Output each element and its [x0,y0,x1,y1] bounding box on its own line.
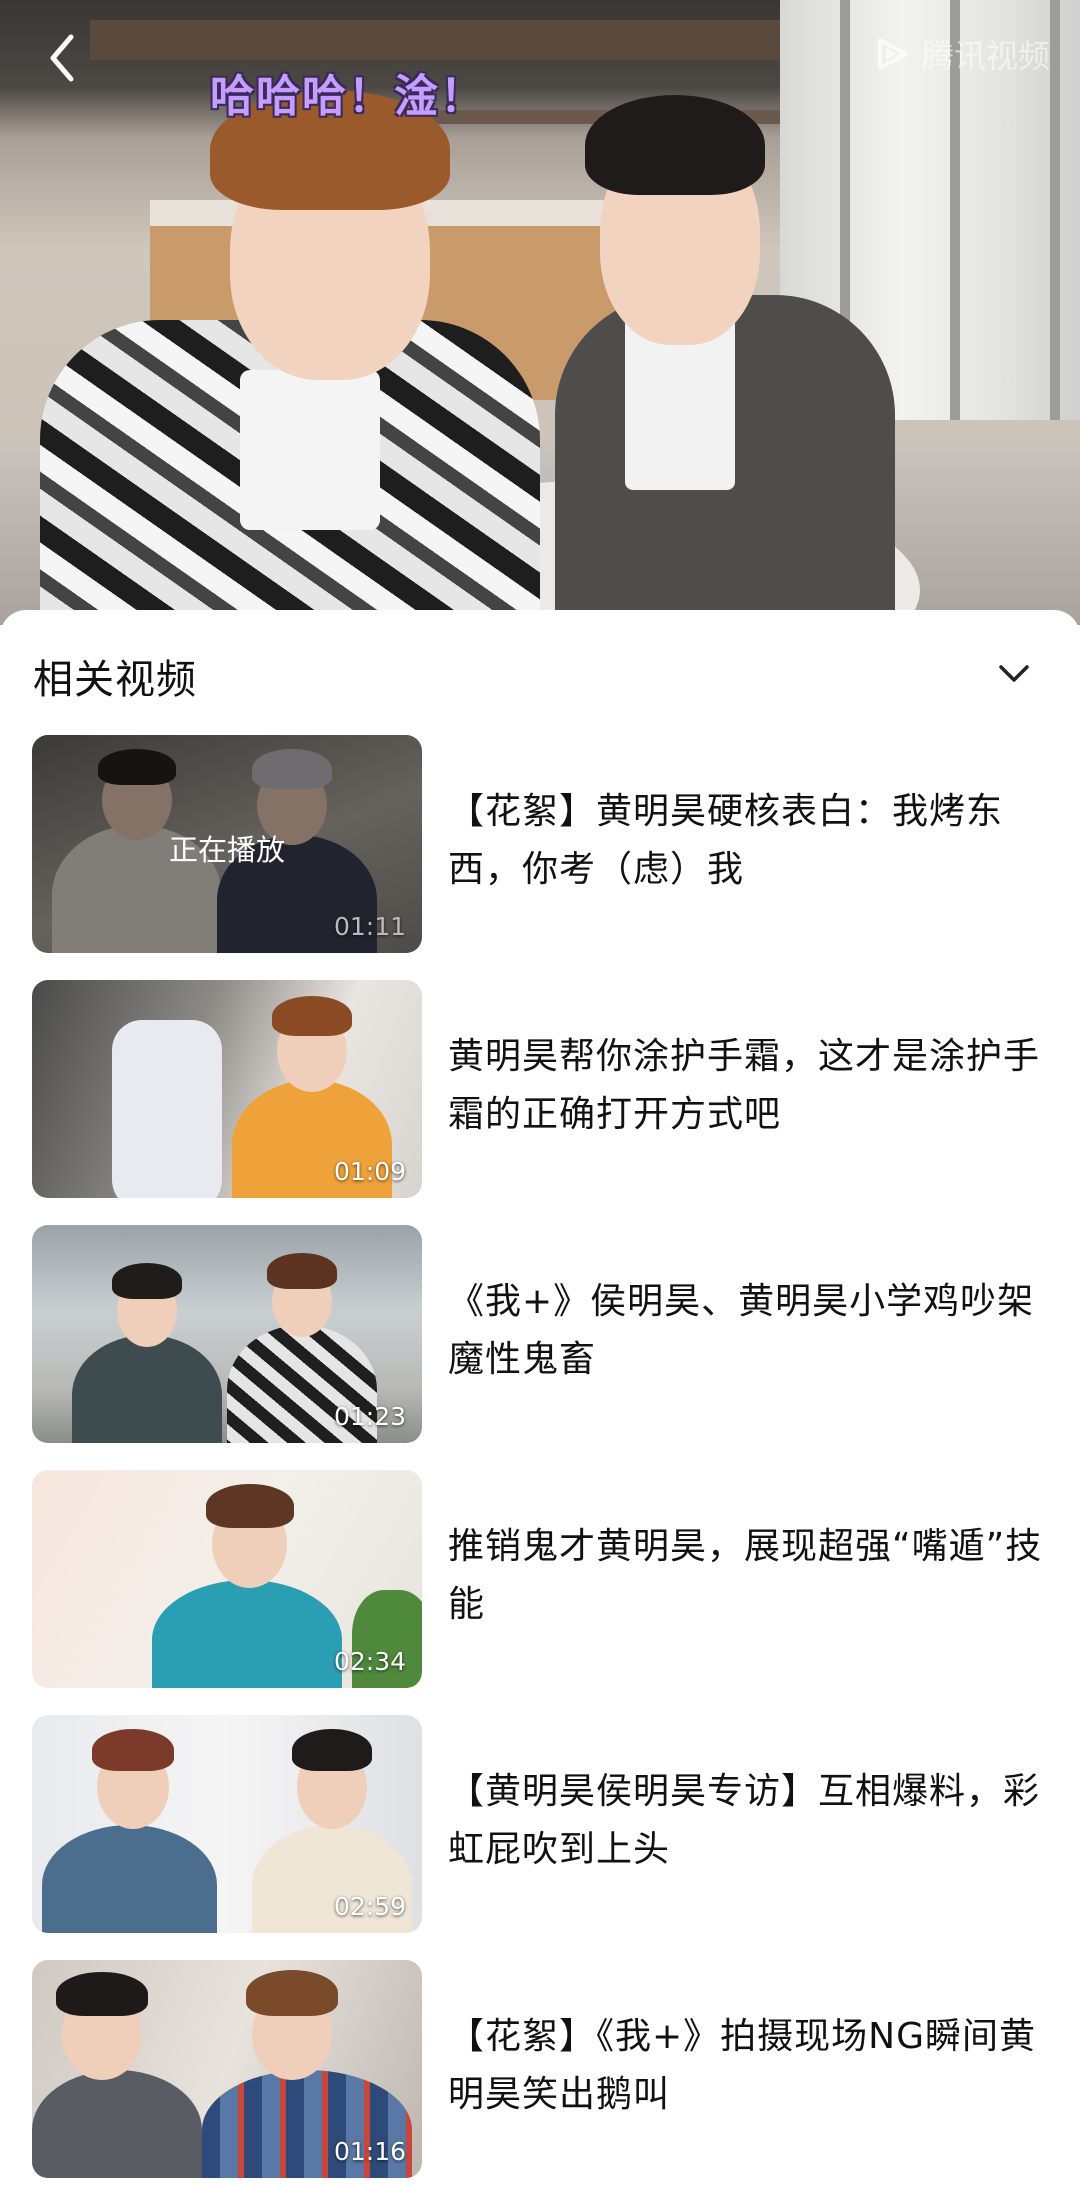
watermark-text: 腾讯视频 [922,37,1051,75]
thumbnail-hair [56,1972,148,2016]
video-duration: 01:11 [333,912,406,941]
chevron-left-icon [50,34,74,82]
video-title[interactable]: 《我+》侯明昊、黄明昊小学鸡吵架魔性鬼畜 [448,1273,1048,1389]
video-thumbnail[interactable]: 02:34 [32,1470,422,1688]
video-person-left [40,90,560,625]
window-frame [1050,0,1060,420]
video-thumbnail[interactable]: 01:23 [32,1225,422,1443]
video-person-right [545,95,905,625]
video-frame-shelf [90,20,800,60]
video-list-item[interactable]: 正在播放 01:11 【花絮】黄明昊硬核表白：我烤东西，你考（虑）我 [0,735,1080,955]
video-title[interactable]: 【花絮】黄明昊硬核表白：我烤东西，你考（虑）我 [448,783,1048,899]
person-hair [585,95,765,195]
video-title[interactable]: 推销鬼才黄明昊，展现超强“嘴遁”技能 [448,1518,1048,1634]
video-player[interactable]: 哈哈哈！淦！ 腾讯视频 [0,0,1080,625]
thumbnail-figure [152,1580,342,1688]
thumbnail-hair [206,1484,294,1528]
watermark: 腾讯视频 [872,32,1050,76]
person-shirt [240,370,380,530]
thumbnail-hair [112,1263,182,1299]
video-thumbnail[interactable]: 01:16 [32,1960,422,2178]
video-subtitle: 哈哈哈！淦！ [210,71,486,122]
video-duration: 02:34 [333,1647,406,1676]
thumbnail-figure [72,1335,222,1443]
video-title[interactable]: 黄明昊帮你涂护手霜，这才是涂护手霜的正确打开方式吧 [448,1028,1048,1144]
video-list-item[interactable]: 01:23 《我+》侯明昊、黄明昊小学鸡吵架魔性鬼畜 [0,1225,1080,1445]
video-duration: 01:23 [333,1402,406,1431]
panel-header: 相关视频 [0,610,1080,730]
back-button[interactable] [38,30,86,86]
thumbnail-hair [272,996,352,1036]
video-title[interactable]: 【黄明昊侯明昊专访】互相爆料，彩虹屁吹到上头 [448,1763,1048,1879]
video-list-item[interactable]: 02:34 推销鬼才黄明昊，展现超强“嘴遁”技能 [0,1470,1080,1690]
video-duration: 01:09 [333,1157,406,1186]
video-thumbnail[interactable]: 01:09 [32,980,422,1198]
collapse-button[interactable] [990,650,1038,698]
video-duration: 01:16 [333,2137,406,2166]
thumbnail-hair [292,1729,372,1771]
thumbnail-hair [92,1729,174,1771]
thumbnail-hair [267,1253,337,1289]
video-thumbnail[interactable]: 正在播放 01:11 [32,735,422,953]
tencent-video-logo-icon [878,38,908,70]
thumbnail-figure [112,1020,222,1198]
now-playing-label: 正在播放 [168,833,285,867]
related-videos-panel: 相关视频 正在播放 01:11 【花絮】黄明昊硬核表白：我烤东西，你考（虑）我 [0,610,1080,2185]
video-title[interactable]: 【花絮】《我+》拍摄现场NG瞬间黄明昊笑出鹅叫 [448,2008,1048,2124]
video-thumbnail[interactable]: 02:59 [32,1715,422,1933]
thumbnail-figure [32,2070,202,2178]
video-list-item[interactable]: 02:59 【黄明昊侯明昊专访】互相爆料，彩虹屁吹到上头 [0,1715,1080,1935]
video-list-item[interactable]: 01:09 黄明昊帮你涂护手霜，这才是涂护手霜的正确打开方式吧 [0,980,1080,1200]
thumbnail-hair [246,1970,338,2016]
panel-title: 相关视频 [33,657,197,703]
thumbnail-figure [42,1825,217,1933]
video-duration: 02:59 [333,1892,406,1921]
video-list-item[interactable]: 01:16 【花絮】《我+》拍摄现场NG瞬间黄明昊笑出鹅叫 [0,1960,1080,2180]
chevron-down-icon [999,665,1029,682]
